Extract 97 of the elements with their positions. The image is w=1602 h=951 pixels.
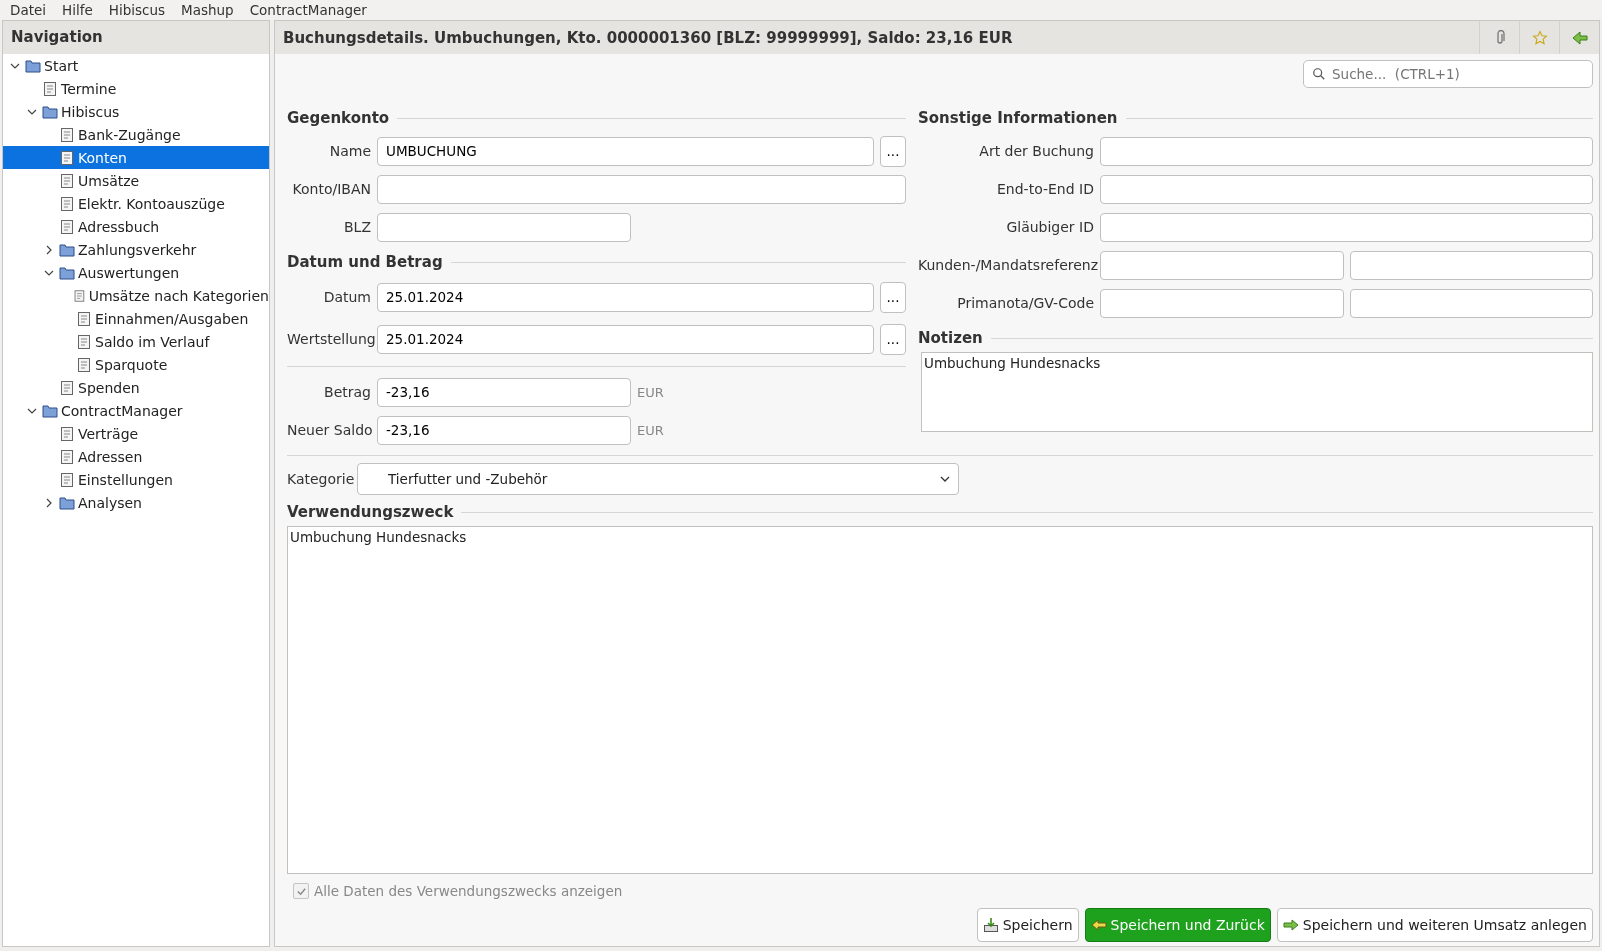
menu-item[interactable]: Mashup	[181, 2, 234, 18]
checkbox-label: Alle Daten des Verwendungszwecks anzeigen	[314, 883, 623, 899]
field-label: BLZ	[343, 219, 371, 235]
field-label: Art der Buchung	[978, 143, 1094, 159]
purpose-field[interactable]: Umbuchung Hundesnacks	[287, 526, 1593, 874]
tree-item[interactable]: Bank-Zugänge	[3, 123, 269, 146]
save-and-new-button[interactable]: Speichern und weiteren Umsatz anlegen	[1276, 908, 1593, 942]
balance-field[interactable]: -23,16	[377, 415, 631, 445]
folder-icon	[42, 103, 58, 120]
section-title: Gegenkonto	[287, 109, 390, 127]
tree-item[interactable]: Adressbuch	[3, 215, 269, 238]
more-button[interactable]: ...	[880, 323, 906, 355]
tree-item[interactable]: Termine	[3, 77, 269, 100]
notes-field[interactable]: Umbuchung Hundesnacks	[921, 352, 1593, 432]
menu-item[interactable]: Datei	[10, 2, 47, 18]
field-label: End-to-End ID	[996, 181, 1094, 197]
tree-item[interactable]: Spenden	[3, 376, 269, 399]
field-label: Name	[328, 143, 371, 159]
field-label: Gläubiger ID	[1005, 219, 1094, 235]
section-title: Datum und Betrag	[287, 253, 443, 271]
section-title: Verwendungszweck	[287, 503, 454, 521]
text-field[interactable]	[1100, 212, 1593, 242]
document-icon	[72, 287, 86, 304]
name-field[interactable]: UMBUCHUNG	[377, 136, 874, 166]
blz-field[interactable]	[377, 212, 631, 242]
text-field[interactable]	[1349, 250, 1593, 280]
document-icon	[59, 195, 75, 212]
arrow-left-icon	[1090, 917, 1107, 933]
folder-icon	[42, 402, 58, 419]
tree-item[interactable]: Umsätze	[3, 169, 269, 192]
tree-item[interactable]: Auswertungen	[3, 261, 269, 284]
save-button[interactable]: Speichern	[976, 908, 1079, 942]
tree-item[interactable]: Hibiscus	[3, 100, 269, 123]
menu-item[interactable]: ContractManager	[249, 2, 367, 18]
date-field[interactable]: 25.01.2024	[377, 282, 874, 312]
page-title: Buchungsdetails. Umbuchungen, Kto. 0000001360 [BLZ: 99999999], Saldo: 23,16 EUR	[282, 28, 1014, 47]
menu-item[interactable]: Hibiscus	[108, 2, 166, 18]
document-icon	[59, 448, 75, 465]
tree-item[interactable]: Elektr. Kontoauszüge	[3, 192, 269, 215]
currency-label: EUR	[637, 384, 664, 400]
folder-icon	[59, 241, 75, 258]
section-title: Sonstige Informationen	[918, 109, 1118, 127]
chevron-down-icon	[940, 474, 950, 484]
tree-item[interactable]: Einstellungen	[3, 468, 269, 491]
menu-item[interactable]: Hilfe	[62, 2, 93, 18]
tree-item[interactable]: Einnahmen/Ausgaben	[3, 307, 269, 330]
more-button[interactable]: ...	[880, 281, 906, 313]
category-dropdown[interactable]: Tierfutter und -Zubehör	[357, 463, 959, 495]
star-icon	[1531, 29, 1548, 46]
document-icon	[59, 126, 75, 143]
tree-item[interactable]: Saldo im Verlauf	[3, 330, 269, 353]
arrow-right-icon	[1282, 917, 1299, 933]
text-field[interactable]	[1100, 288, 1344, 318]
field-label: Konto/IBAN	[291, 181, 371, 197]
folder-icon	[59, 494, 75, 511]
field-label: Neuer Saldo	[287, 422, 371, 438]
download-icon	[982, 917, 999, 933]
tree-item[interactable]: Sparquote	[3, 353, 269, 376]
checkmark-icon	[295, 885, 307, 897]
tree-item[interactable]: ContractManager	[3, 399, 269, 422]
more-button[interactable]: ...	[880, 135, 906, 167]
document-icon	[42, 80, 58, 97]
section-title: Notizen	[918, 329, 983, 347]
field-label: Datum	[322, 289, 371, 305]
field-label: Primanota/GV-Code	[956, 295, 1094, 311]
field-label: Betrag	[323, 384, 371, 400]
chevron-right-icon[interactable]	[44, 244, 54, 255]
document-icon	[76, 310, 92, 327]
document-icon	[59, 425, 75, 442]
text-field[interactable]	[1100, 174, 1593, 204]
tree-item[interactable]: Umsätze nach Kategorien	[3, 284, 269, 307]
document-icon	[76, 333, 92, 350]
document-icon	[59, 172, 75, 189]
document-icon	[59, 379, 75, 396]
document-icon	[59, 218, 75, 235]
folder-icon	[25, 57, 41, 74]
text-field[interactable]	[1100, 136, 1593, 166]
amount-field[interactable]: -23,16	[377, 377, 631, 407]
document-icon	[76, 356, 92, 373]
text-field[interactable]	[1349, 288, 1593, 318]
navigation-title: Navigation	[3, 21, 269, 54]
iban-field[interactable]	[377, 174, 906, 204]
text-field[interactable]	[1100, 250, 1344, 280]
tree-item[interactable]: Zahlungsverkehr	[3, 238, 269, 261]
tree-item[interactable]: Start	[3, 54, 269, 77]
chevron-right-icon[interactable]	[44, 497, 54, 508]
tree-item[interactable]: Konten	[3, 146, 269, 169]
date-field[interactable]: 25.01.2024	[377, 324, 874, 354]
arrow-left-icon	[1571, 29, 1588, 46]
currency-label: EUR	[637, 422, 664, 438]
document-icon	[59, 471, 75, 488]
tree-item[interactable]: Verträge	[3, 422, 269, 445]
document-icon	[59, 149, 75, 166]
tree-item[interactable]: Analysen	[3, 491, 269, 514]
tree-item[interactable]: Adressen	[3, 445, 269, 468]
search-field[interactable]: Suche... (CTRL+1)	[1303, 60, 1593, 88]
folder-icon	[59, 264, 75, 281]
